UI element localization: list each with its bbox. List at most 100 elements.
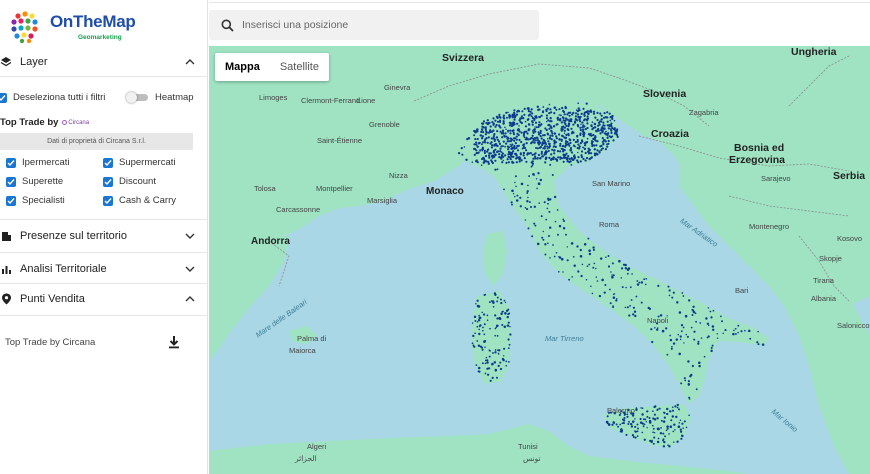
store-point[interactable] (501, 323, 504, 327)
store-point[interactable] (558, 256, 562, 259)
store-point[interactable] (567, 155, 570, 158)
store-point[interactable] (533, 205, 536, 208)
store-point[interactable] (599, 145, 602, 148)
store-point[interactable] (577, 270, 580, 273)
store-point[interactable] (707, 335, 710, 338)
store-point[interactable] (596, 118, 599, 122)
store-point[interactable] (609, 119, 612, 122)
store-point[interactable] (691, 314, 694, 316)
store-point[interactable] (494, 351, 497, 354)
store-point[interactable] (547, 242, 549, 244)
store-point[interactable] (669, 410, 672, 413)
store-point[interactable] (582, 133, 585, 136)
store-point[interactable] (511, 203, 513, 206)
store-point[interactable] (533, 141, 536, 144)
store-point[interactable] (645, 421, 648, 423)
store-point[interactable] (564, 156, 567, 159)
store-point[interactable] (499, 317, 502, 321)
store-point[interactable] (516, 122, 519, 125)
store-point[interactable] (494, 168, 497, 171)
store-point[interactable] (534, 115, 537, 118)
store-point[interactable] (626, 306, 629, 309)
store-point[interactable] (476, 304, 480, 308)
store-point[interactable] (498, 142, 501, 145)
store-point[interactable] (526, 190, 529, 193)
store-point[interactable] (571, 276, 574, 278)
store-point[interactable] (732, 332, 735, 336)
store-point[interactable] (547, 119, 550, 122)
store-point[interactable] (722, 332, 724, 335)
store-point[interactable] (558, 138, 561, 141)
chevron-up-icon[interactable] (184, 56, 196, 68)
store-point[interactable] (707, 324, 710, 327)
store-point[interactable] (504, 132, 507, 135)
store-point[interactable] (481, 141, 485, 144)
store-point[interactable] (486, 361, 489, 364)
store-point[interactable] (761, 343, 765, 346)
store-point[interactable] (509, 333, 512, 336)
store-point[interactable] (546, 107, 549, 110)
store-point[interactable] (586, 115, 589, 118)
store-point[interactable] (493, 138, 496, 141)
store-point[interactable] (491, 130, 494, 133)
store-point[interactable] (672, 291, 675, 294)
store-point[interactable] (573, 156, 577, 159)
store-point[interactable] (653, 413, 656, 416)
store-point[interactable] (478, 316, 482, 320)
store-point[interactable] (716, 337, 719, 339)
store-point[interactable] (545, 218, 548, 221)
store-point[interactable] (471, 322, 474, 324)
store-point[interactable] (512, 192, 515, 195)
store-point[interactable] (695, 320, 698, 323)
store-point[interactable] (572, 138, 575, 141)
store-point[interactable] (548, 142, 551, 145)
store-point[interactable] (481, 348, 484, 351)
store-point[interactable] (474, 332, 476, 335)
store-point[interactable] (499, 147, 502, 150)
store-point[interactable] (574, 112, 578, 115)
store-point[interactable] (687, 382, 691, 386)
store-point[interactable] (606, 136, 609, 139)
store-point[interactable] (640, 281, 644, 284)
store-point[interactable] (545, 117, 548, 120)
store-point[interactable] (502, 355, 505, 357)
store-point[interactable] (473, 153, 476, 156)
store-point[interactable] (591, 140, 594, 143)
store-point[interactable] (473, 147, 476, 150)
store-point[interactable] (576, 135, 579, 138)
store-point[interactable] (576, 245, 579, 248)
store-point[interactable] (570, 127, 573, 130)
store-point[interactable] (516, 194, 519, 197)
store-point[interactable] (653, 418, 657, 421)
store-point[interactable] (594, 116, 597, 119)
store-point[interactable] (568, 144, 571, 147)
store-point[interactable] (682, 295, 685, 297)
store-point[interactable] (757, 330, 759, 333)
store-point[interactable] (593, 137, 596, 140)
store-point[interactable] (507, 137, 510, 140)
store-point[interactable] (632, 306, 635, 309)
store-point[interactable] (573, 120, 577, 123)
store-point[interactable] (504, 312, 507, 315)
store-point[interactable] (552, 125, 556, 128)
store-point[interactable] (495, 136, 499, 139)
store-point[interactable] (507, 146, 511, 149)
store-point[interactable] (520, 115, 523, 118)
store-point[interactable] (513, 109, 516, 112)
store-point[interactable] (533, 222, 536, 225)
store-point[interactable] (572, 255, 575, 258)
store-point[interactable] (562, 156, 566, 159)
store-point[interactable] (596, 140, 599, 143)
store-point[interactable] (656, 417, 659, 420)
store-point[interactable] (547, 140, 550, 143)
store-point[interactable] (548, 210, 551, 213)
store-point[interactable] (628, 314, 631, 317)
store-point[interactable] (563, 113, 566, 116)
store-point[interactable] (577, 115, 580, 119)
store-point[interactable] (681, 422, 684, 425)
store-point[interactable] (577, 151, 579, 154)
store-point[interactable] (582, 128, 585, 131)
store-point[interactable] (664, 435, 667, 438)
store-point[interactable] (510, 145, 513, 148)
store-point[interactable] (502, 120, 505, 123)
